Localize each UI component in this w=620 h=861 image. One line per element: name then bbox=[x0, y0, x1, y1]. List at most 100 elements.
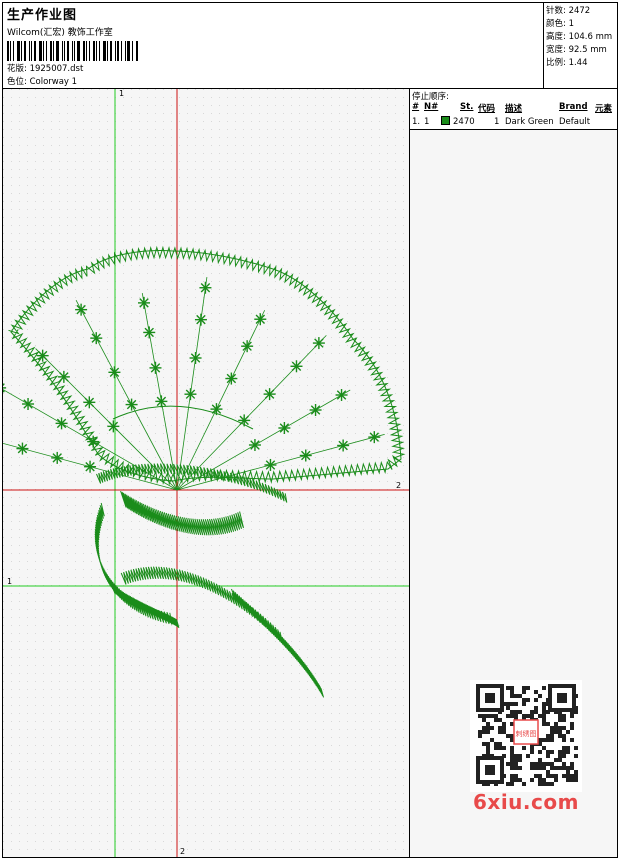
qr-module bbox=[550, 750, 554, 754]
qr-module bbox=[510, 686, 514, 690]
qr-module bbox=[522, 714, 526, 718]
design-width: 宽度: 92.5 mm bbox=[546, 45, 607, 55]
colorway-value: Colorway 1 bbox=[29, 77, 78, 87]
qr-module bbox=[514, 774, 518, 778]
barcode-bar bbox=[136, 41, 138, 61]
qr-module bbox=[570, 722, 574, 726]
qr-module bbox=[490, 738, 494, 742]
sheet-title: 生产作业图 bbox=[7, 8, 78, 23]
qr-module bbox=[514, 766, 518, 770]
qr-module bbox=[554, 758, 558, 762]
barcode-bar bbox=[83, 41, 85, 61]
qr-module bbox=[482, 726, 486, 730]
qr-module bbox=[534, 698, 538, 702]
qr-module bbox=[502, 730, 506, 734]
qr-module bbox=[550, 730, 554, 734]
green-axis-left-label: 1 bbox=[7, 577, 13, 586]
qr-module bbox=[534, 766, 538, 770]
qr-finder-center bbox=[485, 765, 495, 775]
thread-color-swatch bbox=[441, 116, 450, 125]
qr-module bbox=[558, 750, 562, 754]
qr-module bbox=[554, 726, 558, 730]
qr-module bbox=[546, 722, 550, 726]
qr-module bbox=[494, 714, 498, 718]
qr-module bbox=[566, 750, 570, 754]
qr-module bbox=[522, 702, 526, 706]
qr-module bbox=[550, 726, 554, 730]
qr-module bbox=[538, 758, 542, 762]
qr-module bbox=[510, 774, 514, 778]
design-file-line: 花版: 1925007.dst bbox=[7, 62, 537, 74]
qr-module bbox=[510, 750, 514, 754]
qr-module bbox=[486, 750, 490, 754]
qr-module bbox=[534, 690, 538, 694]
design-ratio: 比例: 1.44 bbox=[546, 58, 588, 68]
stats-panel: 针数: 2472 颜色: 1 高度: 104.6 mm 宽度: 92.5 mm … bbox=[543, 3, 619, 90]
qr-module bbox=[566, 774, 570, 778]
col-index: # bbox=[412, 102, 420, 112]
row-description: Dark Green bbox=[505, 117, 554, 127]
stop-sequence-title: 停止顺序: bbox=[412, 92, 449, 102]
qr-module bbox=[522, 746, 526, 750]
qr-module bbox=[506, 762, 510, 766]
qr-module bbox=[542, 766, 546, 770]
qr-module bbox=[510, 758, 514, 762]
red-axis-right-label: 2 bbox=[396, 481, 402, 490]
qr-module bbox=[478, 714, 482, 718]
qr-module bbox=[498, 742, 502, 746]
qr-stamp-text: 刺绣图 bbox=[516, 729, 537, 738]
qr-module bbox=[494, 742, 498, 746]
qr-module bbox=[498, 746, 502, 750]
barcode-bar bbox=[24, 41, 26, 61]
barcode-bar bbox=[93, 41, 95, 61]
colorway-label: 色位: bbox=[7, 77, 27, 87]
qr-module bbox=[522, 782, 526, 786]
qr-module bbox=[558, 734, 562, 738]
col-description: 描述 bbox=[505, 104, 523, 114]
qr-module bbox=[522, 698, 526, 702]
qr-module bbox=[562, 738, 566, 742]
barcode-bar bbox=[132, 41, 133, 61]
barcode-bar bbox=[72, 41, 73, 61]
qr-module bbox=[558, 758, 562, 762]
barcode-bar bbox=[103, 41, 106, 61]
qr-module bbox=[554, 766, 558, 770]
barcode bbox=[7, 41, 147, 61]
barcode-bar bbox=[53, 41, 54, 61]
qr-module bbox=[554, 774, 558, 778]
qr-module bbox=[514, 702, 518, 706]
qr-module bbox=[482, 714, 486, 718]
qr-module bbox=[538, 762, 542, 766]
qr-module bbox=[542, 778, 546, 782]
qr-module bbox=[558, 730, 562, 734]
design-canvas[interactable]: 1 1 2 2 bbox=[2, 88, 410, 858]
qr-module bbox=[502, 726, 506, 730]
qr-module bbox=[534, 774, 538, 778]
qr-module bbox=[486, 714, 490, 718]
qr-module bbox=[510, 710, 514, 714]
qr-module bbox=[562, 726, 566, 730]
qr-module bbox=[558, 718, 562, 722]
qr-module bbox=[546, 770, 550, 774]
qr-code: 刺绣图 bbox=[470, 680, 582, 792]
qr-module bbox=[542, 714, 546, 718]
barcode-bar bbox=[7, 41, 9, 61]
barcode-bar bbox=[46, 41, 47, 61]
qr-module bbox=[542, 782, 546, 786]
color-count: 颜色: 1 bbox=[546, 19, 574, 29]
qr-module bbox=[542, 702, 546, 706]
qr-module bbox=[546, 750, 550, 754]
qr-module bbox=[546, 754, 550, 758]
qr-module bbox=[562, 774, 566, 778]
qr-module bbox=[518, 710, 522, 714]
qr-module bbox=[490, 714, 494, 718]
qr-module bbox=[574, 778, 578, 782]
qr-module bbox=[562, 766, 566, 770]
barcode-bar bbox=[127, 41, 130, 61]
qr-module bbox=[538, 778, 542, 782]
qr-module bbox=[510, 762, 514, 766]
qr-module bbox=[562, 762, 566, 766]
qr-module bbox=[530, 778, 534, 782]
qr-module bbox=[554, 778, 558, 782]
qr-module bbox=[498, 726, 502, 730]
